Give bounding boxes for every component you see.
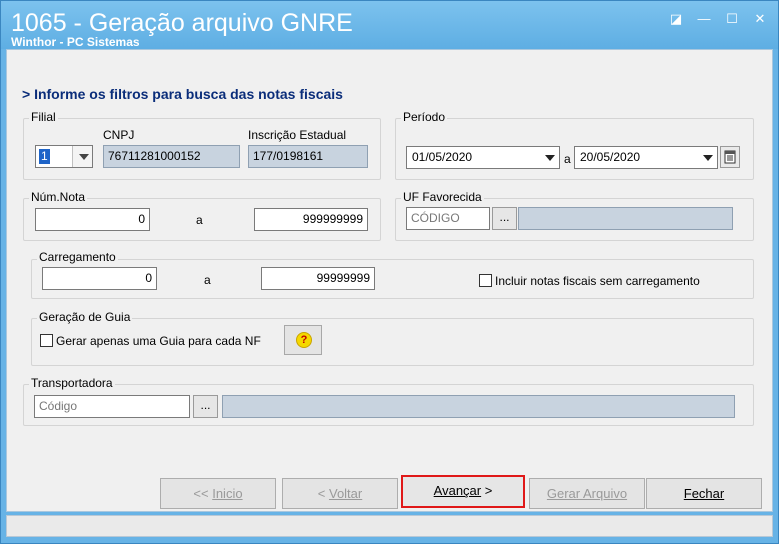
ie-label: Inscrição Estadual	[248, 128, 347, 142]
periodo-end-value: 20/05/2020	[580, 150, 641, 164]
transportadora-codigo-input[interactable]: Código	[34, 395, 190, 418]
num-nota-to-input[interactable]: 999999999	[254, 208, 368, 231]
num-nota-from-input[interactable]: 0	[35, 208, 150, 231]
fechar-button[interactable]: Fechar	[646, 478, 762, 509]
periodo-label: Período	[401, 110, 448, 124]
page-header: > Informe os filtros para busca das nota…	[22, 86, 343, 102]
periodo-separator: a	[564, 152, 571, 166]
gerar-guia-checkbox[interactable]	[40, 334, 53, 347]
minimize-icon[interactable]: —	[692, 10, 716, 28]
help-button[interactable]: ?	[284, 325, 322, 355]
transportadora-label: Transportadora	[29, 376, 115, 390]
carregamento-separator: a	[204, 273, 211, 287]
app-window: 1065 - Geração arquivo GNRE Winthor - PC…	[0, 0, 779, 544]
status-bar	[6, 515, 773, 537]
inicio-prefix: <<	[193, 486, 213, 501]
uf-description-field	[518, 207, 733, 230]
fechar-label: Fechar	[683, 486, 725, 501]
uf-favorecida-label: UF Favorecida	[401, 190, 484, 204]
title-bar[interactable]: 1065 - Geração arquivo GNRE Winthor - PC…	[1, 1, 778, 49]
maximize-icon[interactable]: ☐	[720, 10, 744, 28]
voltar-button[interactable]: < Voltar	[282, 478, 398, 509]
incluir-sem-carregamento-checkbox[interactable]	[479, 274, 492, 287]
voltar-label: Voltar	[328, 486, 363, 501]
main-panel: > Informe os filtros para busca das nota…	[6, 49, 773, 512]
close-icon[interactable]: ✕	[748, 10, 772, 28]
gerar-arquivo-label: Gerar Arquivo	[546, 486, 628, 501]
inicio-label: Inicio	[212, 486, 243, 501]
window-controls: ◪ — ☐ ✕	[664, 10, 772, 28]
num-nota-separator: a	[196, 213, 203, 227]
calendar-icon	[724, 150, 736, 164]
calendar-button[interactable]	[720, 146, 740, 168]
transportadora-description-field	[222, 395, 735, 418]
voltar-prefix: <	[317, 486, 329, 501]
carregamento-from-input[interactable]: 0	[42, 267, 157, 290]
uf-lookup-button[interactable]: ...	[492, 207, 517, 230]
avancar-suffix: >	[481, 483, 493, 498]
avancar-button[interactable]: Avançar >	[401, 475, 525, 508]
gerar-arquivo-button[interactable]: Gerar Arquivo	[529, 478, 645, 509]
cnpj-field: 76711281000152	[103, 145, 240, 168]
cnpj-label: CNPJ	[103, 128, 135, 142]
periodo-start-value: 01/05/2020	[412, 150, 473, 164]
filial-select[interactable]: 1	[35, 145, 93, 168]
filial-label: Filial	[29, 110, 58, 124]
carregamento-label: Carregamento	[37, 250, 118, 264]
window-title: 1065 - Geração arquivo GNRE	[11, 9, 353, 37]
periodo-start-date[interactable]: 01/05/2020	[406, 146, 560, 169]
num-nota-label: Núm.Nota	[29, 190, 88, 204]
chevron-down-icon	[79, 154, 89, 160]
question-icon: ?	[296, 332, 312, 348]
periodo-end-date[interactable]: 20/05/2020	[574, 146, 718, 169]
inscricao-estadual-field: 177/0198161	[248, 145, 368, 168]
uf-codigo-input[interactable]: CÓDIGO	[406, 207, 490, 230]
geracao-guia-label: Geração de Guia	[37, 310, 133, 324]
filial-selected-value: 1	[39, 149, 50, 164]
pin-icon[interactable]: ◪	[664, 10, 688, 28]
window-subtitle: Winthor - PC Sistemas	[11, 35, 140, 49]
incluir-sem-carregamento-label[interactable]: Incluir notas fiscais sem carregamento	[495, 274, 700, 288]
inicio-button[interactable]: << Inicio	[160, 478, 276, 509]
transportadora-lookup-button[interactable]: ...	[193, 395, 218, 418]
carregamento-to-input[interactable]: 99999999	[261, 267, 375, 290]
dropdown-arrow-icon	[703, 155, 713, 161]
avancar-label: Avançar	[433, 483, 482, 498]
dropdown-arrow-icon	[545, 155, 555, 161]
gerar-guia-label[interactable]: Gerar apenas uma Guia para cada NF	[56, 334, 261, 348]
